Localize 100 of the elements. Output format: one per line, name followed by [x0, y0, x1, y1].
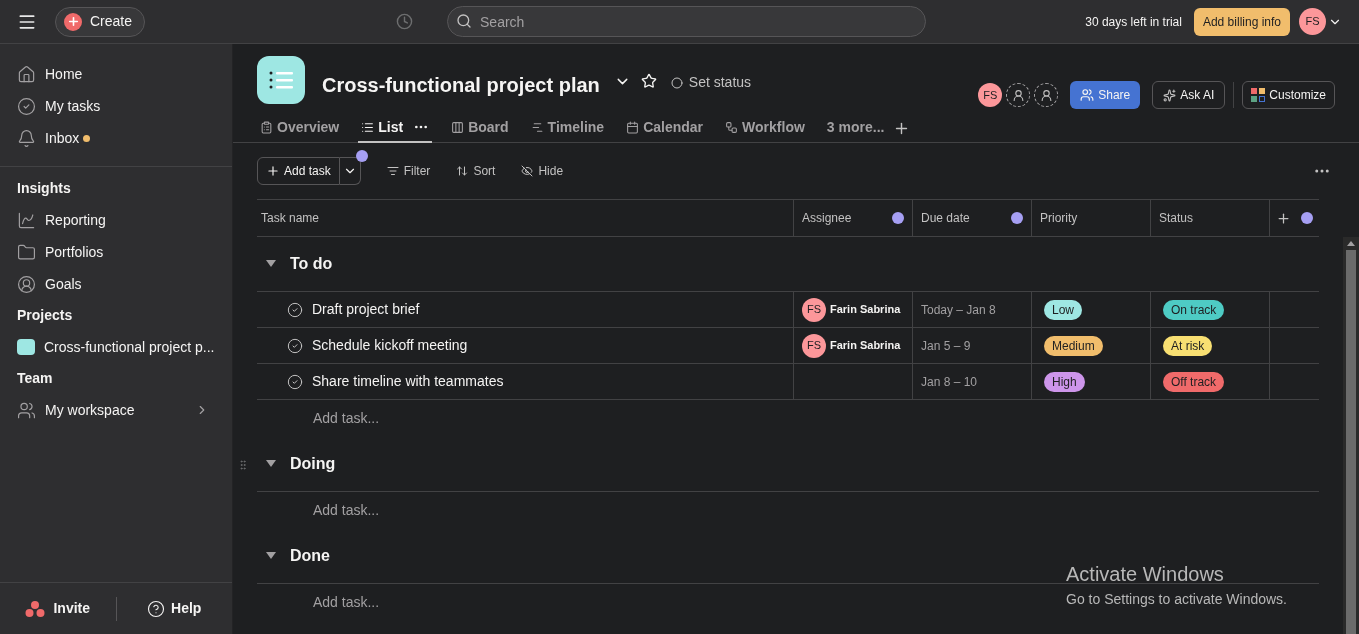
add-task-link[interactable]: Add task...	[313, 500, 380, 521]
view-tab[interactable]: Board	[448, 113, 512, 143]
assignee-name: Farin Sabrina	[830, 338, 901, 354]
tab-icon	[260, 120, 273, 134]
complete-check-icon[interactable]	[287, 301, 303, 318]
sidebar-item[interactable]: My workspace	[0, 394, 232, 426]
set-status-button[interactable]: Set status	[670, 72, 752, 93]
project-title: Cross-functional project plan	[322, 73, 600, 98]
customize-button[interactable]: Customize	[1242, 81, 1335, 109]
user-avatar[interactable]: FS	[1299, 8, 1326, 35]
view-tab[interactable]: Calendar	[623, 113, 707, 143]
sidebar-item[interactable]: Home	[0, 58, 232, 90]
tab-icon	[530, 120, 544, 134]
priority-tag[interactable]: Low	[1044, 299, 1082, 320]
status-tag[interactable]: At risk	[1163, 335, 1213, 356]
tab-icon	[725, 120, 739, 134]
hide-button[interactable]: Hide	[521, 162, 564, 180]
column-header[interactable]: Task name	[257, 200, 793, 236]
project-icon	[257, 56, 305, 104]
grid-squares-icon	[1251, 88, 1266, 102]
due-date: Jan 8 – 10	[921, 373, 978, 391]
task-name[interactable]: Share timeline with teammates	[312, 371, 504, 392]
sidebar-item[interactable]: Portfolios	[0, 236, 232, 268]
trial-text: 30 days left in trial	[1085, 13, 1182, 31]
invite-button[interactable]: Invite	[0, 598, 116, 619]
three-dots-logo-icon	[25, 599, 46, 618]
view-tab[interactable]: Overview	[257, 113, 343, 143]
priority-tag[interactable]: High	[1044, 371, 1085, 392]
section-title: To do	[290, 254, 333, 274]
star-icon[interactable]	[640, 73, 657, 89]
column-header[interactable]: Priority	[1031, 200, 1150, 236]
help-icon	[147, 599, 166, 618]
section-title: Doing	[290, 454, 336, 474]
add-billing-button[interactable]: Add billing info	[1193, 7, 1290, 36]
column-header[interactable]: Assignee	[793, 200, 912, 236]
view-tab[interactable]: 3 more...	[823, 113, 888, 143]
due-date: Jan 5 – 9	[921, 337, 971, 355]
sidebar-item[interactable]: Goals	[0, 268, 232, 300]
drag-handle-icon[interactable]	[237, 459, 249, 471]
search-icon	[456, 13, 473, 29]
caret-icon[interactable]	[266, 460, 276, 468]
task-name[interactable]: Schedule kickoff meeting	[312, 335, 468, 356]
nav-icon	[17, 96, 36, 116]
caret-icon[interactable]	[266, 260, 276, 268]
sidebar-icon	[17, 242, 36, 262]
column-header[interactable]: Due date	[912, 200, 1031, 236]
tab-icon	[361, 120, 375, 134]
section-title: Insights	[16, 178, 72, 198]
activation-text: Go to Settings to activate Windows.	[1066, 590, 1287, 609]
section-title: Team	[16, 368, 54, 388]
status-tag[interactable]: On track	[1163, 299, 1225, 320]
sidebar-item[interactable]: Cross-functional project p...	[0, 331, 232, 363]
due-date: Today – Jan 8	[921, 301, 996, 319]
add-task-link[interactable]: Add task...	[313, 592, 380, 613]
column-header[interactable]: Status	[1150, 200, 1269, 236]
sidebar-icon	[17, 400, 36, 420]
status-tag[interactable]: Off track	[1163, 371, 1225, 392]
nav-icon	[17, 128, 36, 148]
sidebar-item[interactable]: Reporting	[0, 204, 232, 236]
complete-check-icon[interactable]	[287, 337, 303, 354]
people-icon	[1080, 88, 1095, 102]
member-avatar[interactable]: FS	[978, 83, 1003, 107]
search-field[interactable]: Search	[447, 6, 927, 37]
create-button[interactable]: Create	[55, 6, 146, 37]
tab-icon	[451, 120, 465, 134]
filter-button[interactable]: Filter	[386, 162, 431, 180]
clock-icon[interactable]	[396, 13, 414, 30]
task-name[interactable]: Draft project brief	[312, 299, 420, 320]
add-column-icon[interactable]	[1276, 210, 1291, 226]
priority-tag[interactable]: Medium	[1044, 335, 1103, 356]
section-title: Projects	[16, 305, 74, 325]
scroll-up-arrow-icon[interactable]	[1347, 241, 1355, 246]
view-tab[interactable]: Timeline	[527, 113, 608, 143]
scrollbar[interactable]	[1343, 237, 1359, 634]
tab-icon	[626, 120, 640, 134]
circle-icon	[670, 76, 683, 89]
add-task-button[interactable]: Add task	[257, 157, 340, 185]
caret-icon[interactable]	[266, 552, 276, 560]
sidebar-item[interactable]: Inbox	[0, 122, 232, 154]
share-button[interactable]: Share	[1070, 81, 1141, 109]
sort-button[interactable]: Sort	[456, 162, 496, 180]
nav-icon	[17, 64, 36, 84]
view-tab[interactable]: Workflow	[722, 113, 808, 143]
filter-icon	[386, 165, 399, 177]
sidebar-icon	[17, 210, 36, 230]
section-title: Done	[290, 546, 330, 566]
eye-off-icon	[521, 165, 534, 177]
add-task-link[interactable]: Add task...	[313, 408, 380, 429]
complete-check-icon[interactable]	[287, 373, 303, 390]
help-button[interactable]: Help	[116, 598, 232, 619]
assignee-name: Farin Sabrina	[830, 302, 901, 318]
assignee-avatar: FS	[802, 333, 826, 358]
view-tab[interactable]: List	[358, 113, 433, 143]
assignee-avatar: FS	[802, 297, 826, 322]
sidebar-item[interactable]: My tasks	[0, 90, 232, 122]
sort-arrows-icon	[456, 165, 469, 177]
plus-icon	[266, 164, 280, 178]
activation-title: Activate Windows	[1066, 562, 1225, 587]
ask-ai-button[interactable]: Ask AI	[1152, 81, 1226, 109]
sidebar-icon	[17, 274, 36, 294]
